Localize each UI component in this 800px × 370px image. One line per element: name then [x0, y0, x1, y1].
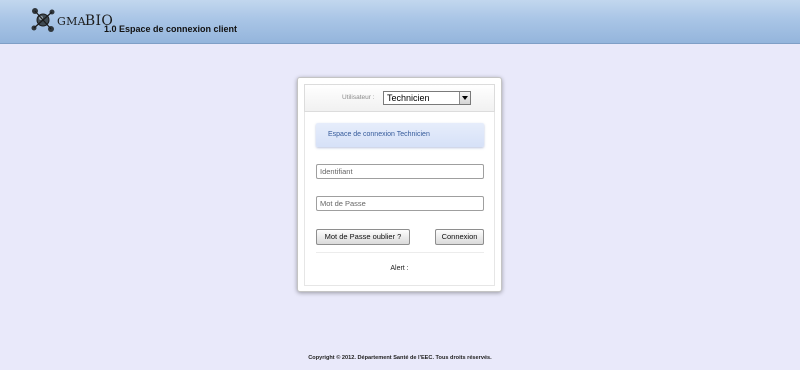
header-bar: GMABIO 1.0 Espace de connexion client — [0, 0, 800, 44]
molecule-logo-icon — [31, 8, 55, 32]
identifiant-input[interactable] — [316, 164, 484, 179]
divider — [316, 252, 484, 253]
user-type-label: Utilisateur : — [342, 94, 375, 101]
user-type-select-value: Technicien — [387, 93, 430, 103]
page-title: 1.0 Espace de connexion client — [104, 24, 238, 34]
alert-label: Alert : — [390, 265, 409, 272]
password-input[interactable] — [316, 196, 484, 211]
forgot-password-button[interactable]: Mot de Passe oublier ? — [316, 229, 410, 245]
login-panel: Utilisateur : Technicien Espace de conne… — [297, 77, 502, 292]
user-type-bar: Utilisateur : Technicien — [304, 84, 495, 112]
footer-copyright: Copyright © 2012. Département Santé de l… — [308, 355, 492, 361]
chevron-down-icon[interactable] — [459, 92, 470, 104]
login-info-text: Espace de connexion Technicien — [328, 131, 430, 138]
logo-text-prefix: GMA — [57, 15, 86, 28]
connect-button[interactable]: Connexion — [435, 229, 484, 245]
login-info-box: Espace de connexion Technicien — [316, 123, 484, 147]
user-type-select[interactable]: Technicien — [383, 91, 471, 105]
